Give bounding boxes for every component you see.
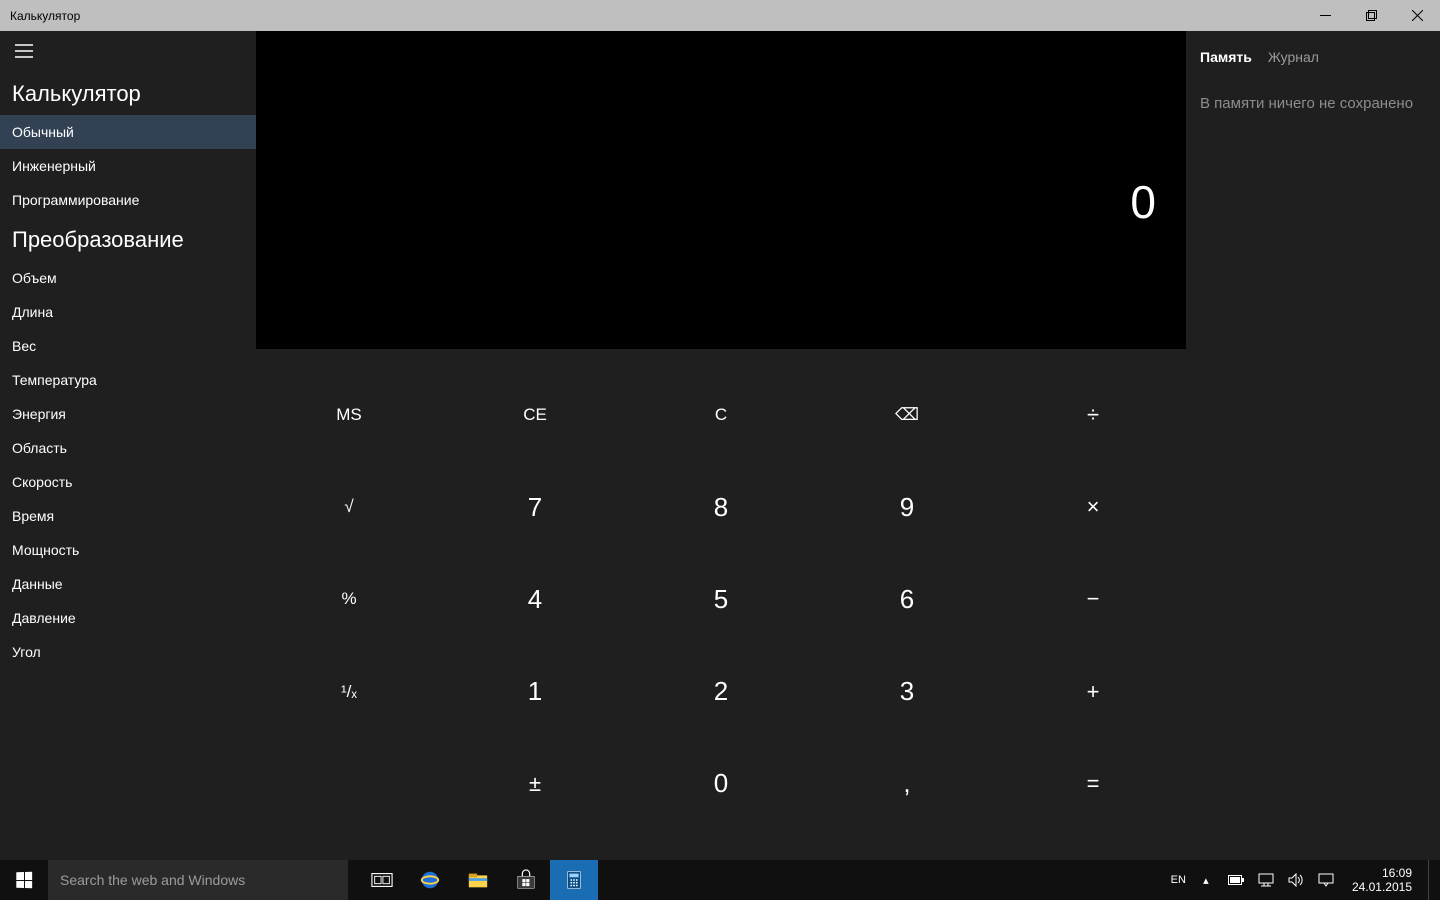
sidebar-conv-pressure[interactable]: Давление — [0, 601, 256, 635]
key-c[interactable]: C — [628, 369, 814, 461]
key-2[interactable]: 2 — [628, 646, 814, 738]
key-7[interactable]: 7 — [442, 461, 628, 553]
taskbar-search-input[interactable]: Search the web and Windows — [48, 860, 348, 900]
taskbar-calculator-icon[interactable] — [550, 860, 598, 900]
backspace-icon: ⌫ — [895, 405, 919, 425]
sidebar-conv-angle[interactable]: Угол — [0, 635, 256, 669]
hamburger-menu-icon[interactable] — [0, 31, 48, 71]
window-titlebar: Калькулятор — [0, 0, 1440, 31]
display-area: 0 — [256, 31, 1186, 349]
sidebar-section-conversion: Преобразование — [0, 217, 256, 261]
key-1[interactable]: 1 — [442, 646, 628, 738]
key-3[interactable]: 3 — [814, 646, 1000, 738]
window-title: Калькулятор — [10, 9, 80, 23]
sidebar-mode-programmer[interactable]: Программирование — [0, 183, 256, 217]
memory-empty-message: В памяти ничего не сохранено — [1200, 93, 1426, 114]
show-desktop-button[interactable] — [1428, 860, 1436, 900]
tray-clock[interactable]: 16:09 24.01.2015 — [1346, 866, 1418, 895]
memory-history-panel: Память Журнал В памяти ничего не сохране… — [1186, 31, 1440, 860]
key-5[interactable]: 5 — [628, 553, 814, 645]
tab-history[interactable]: Журнал — [1268, 49, 1319, 65]
keypad: MS CE C ⌫ ÷ √ 7 8 9 × % 4 5 6 − ¹/ₓ 1 2 … — [256, 349, 1186, 860]
sidebar-conv-temperature[interactable]: Температура — [0, 363, 256, 397]
sidebar: Калькулятор Обычный Инженерный Программи… — [0, 31, 256, 860]
sidebar-conv-weight[interactable]: Вес — [0, 329, 256, 363]
key-equals[interactable]: = — [1000, 738, 1186, 830]
taskbar-ie-icon[interactable] — [406, 860, 454, 900]
sidebar-mode-scientific[interactable]: Инженерный — [0, 149, 256, 183]
tray-network-icon[interactable] — [1256, 860, 1276, 900]
key-empty — [256, 738, 442, 830]
key-multiply[interactable]: × — [1000, 461, 1186, 553]
key-0[interactable]: 0 — [628, 738, 814, 830]
key-9[interactable]: 9 — [814, 461, 1000, 553]
sidebar-conv-area[interactable]: Область — [0, 431, 256, 465]
start-button[interactable] — [0, 860, 48, 900]
maximize-button[interactable] — [1348, 0, 1394, 31]
sidebar-conv-volume[interactable]: Объем — [0, 261, 256, 295]
sidebar-conv-time[interactable]: Время — [0, 499, 256, 533]
sidebar-section-calculator: Калькулятор — [0, 71, 256, 115]
key-sqrt[interactable]: √ — [256, 461, 442, 553]
sidebar-conv-data[interactable]: Данные — [0, 567, 256, 601]
tray-show-hidden-icon[interactable]: ▴ — [1196, 860, 1216, 900]
sidebar-mode-standard[interactable]: Обычный — [0, 115, 256, 149]
windows-logo-icon — [16, 872, 32, 888]
key-ms[interactable]: MS — [256, 369, 442, 461]
display-value: 0 — [1130, 175, 1156, 229]
tray-volume-icon[interactable] — [1286, 860, 1306, 900]
key-8[interactable]: 8 — [628, 461, 814, 553]
minimize-button[interactable] — [1302, 0, 1348, 31]
taskbar-store-icon[interactable] — [502, 860, 550, 900]
taskbar-explorer-icon[interactable] — [454, 860, 502, 900]
key-percent[interactable]: % — [256, 553, 442, 645]
sidebar-conv-power[interactable]: Мощность — [0, 533, 256, 567]
key-6[interactable]: 6 — [814, 553, 1000, 645]
key-decimal[interactable]: , — [814, 738, 1000, 830]
sidebar-conv-speed[interactable]: Скорость — [0, 465, 256, 499]
key-divide[interactable]: ÷ — [1000, 369, 1186, 461]
tray-date: 24.01.2015 — [1352, 880, 1412, 894]
search-placeholder: Search the web and Windows — [60, 872, 245, 888]
tab-memory[interactable]: Память — [1200, 49, 1252, 65]
sidebar-conv-energy[interactable]: Энергия — [0, 397, 256, 431]
taskbar: Search the web and Windows EN ▴ 16:09 24 — [0, 860, 1440, 900]
key-4[interactable]: 4 — [442, 553, 628, 645]
calculator-main: 0 MS CE C ⌫ ÷ √ 7 8 9 × % 4 5 6 − ¹/ₓ 1 … — [256, 31, 1186, 860]
panel-tabs: Память Журнал — [1200, 49, 1426, 65]
key-ce[interactable]: CE — [442, 369, 628, 461]
system-tray: EN ▴ 16:09 24.01.2015 — [1171, 860, 1440, 900]
key-backspace[interactable]: ⌫ — [814, 369, 1000, 461]
close-button[interactable] — [1394, 0, 1440, 31]
tray-action-center-icon[interactable] — [1316, 860, 1336, 900]
tray-battery-icon[interactable] — [1226, 860, 1246, 900]
key-minus[interactable]: − — [1000, 553, 1186, 645]
tray-time: 16:09 — [1352, 866, 1412, 880]
tray-language[interactable]: EN — [1171, 874, 1186, 886]
task-view-button[interactable] — [358, 860, 406, 900]
key-plusminus[interactable]: ± — [442, 738, 628, 830]
key-reciprocal[interactable]: ¹/ₓ — [256, 646, 442, 738]
sidebar-conv-length[interactable]: Длина — [0, 295, 256, 329]
key-plus[interactable]: + — [1000, 646, 1186, 738]
